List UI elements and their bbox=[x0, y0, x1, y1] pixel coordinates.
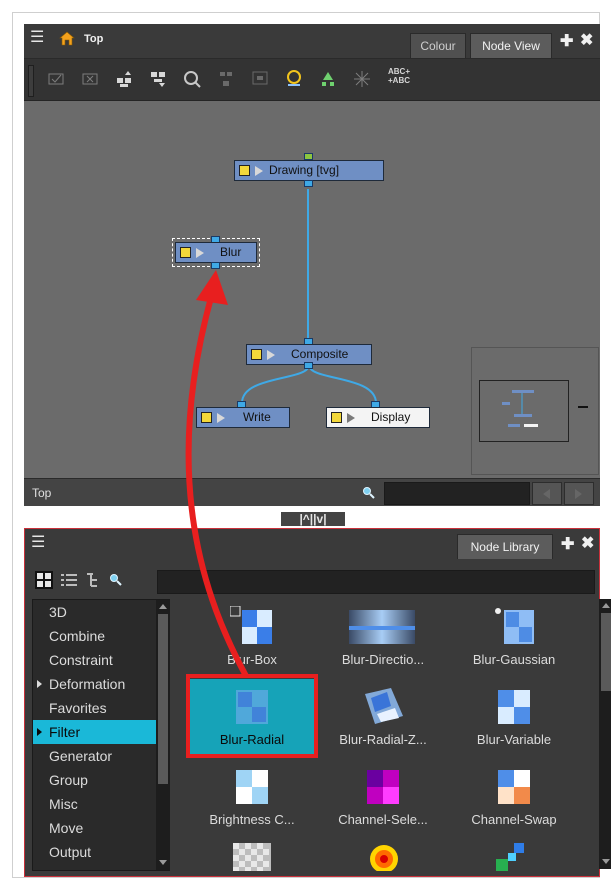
drag-arrow bbox=[185, 270, 249, 678]
